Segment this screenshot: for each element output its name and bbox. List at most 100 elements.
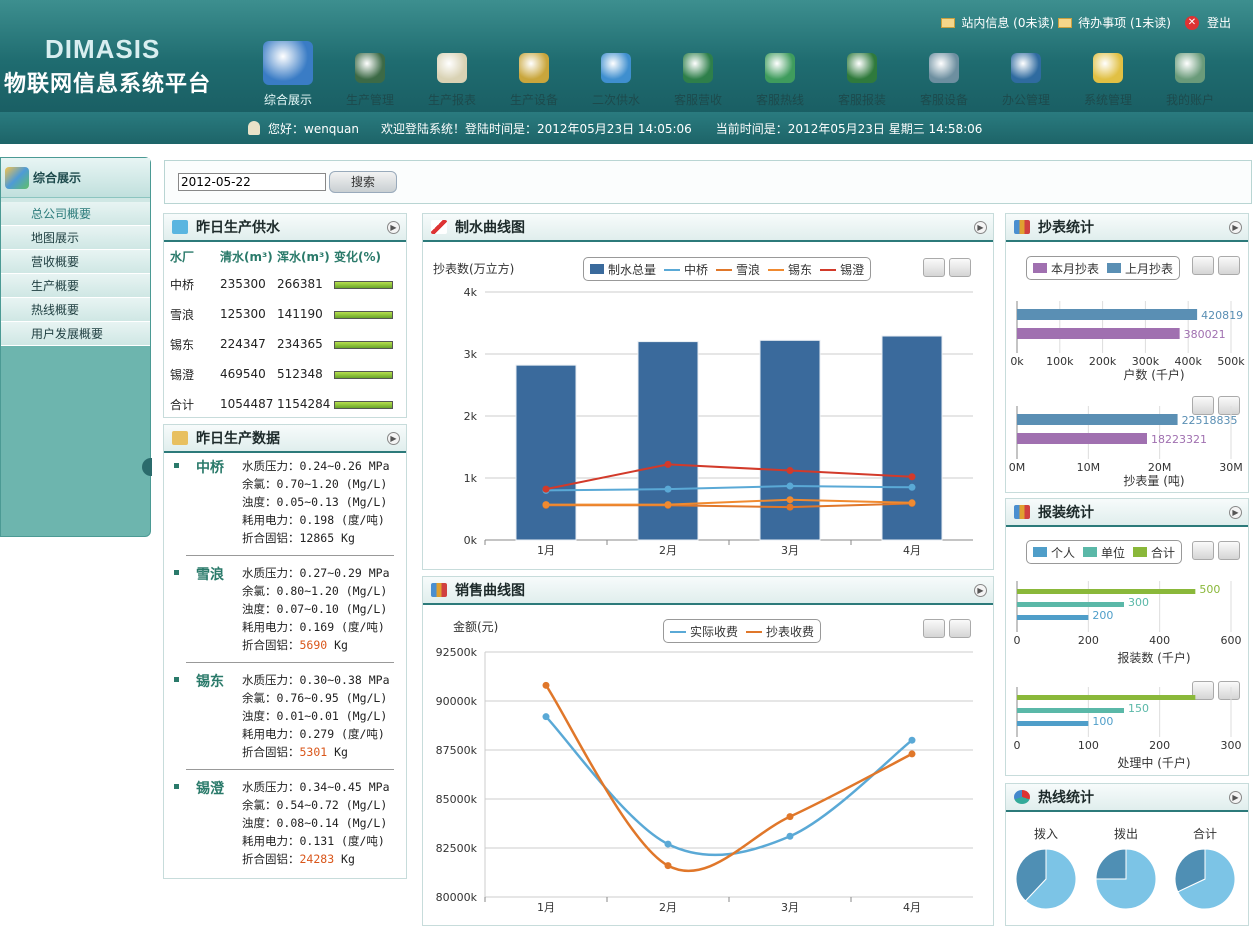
nav-icon [437, 53, 467, 83]
expand-icon[interactable]: ▶ [1229, 506, 1242, 519]
bar [1017, 602, 1124, 607]
tick-label: 2月 [659, 544, 677, 557]
table-cell: 266381 [277, 277, 323, 291]
series-line [544, 684, 913, 873]
expand-icon[interactable]: ▶ [1229, 221, 1242, 234]
metric-line: 浊度：0.05~0.13 (Mg/L) [242, 495, 388, 509]
pie-label: 拨入 [1034, 827, 1058, 841]
date-input[interactable] [178, 173, 326, 191]
sidebar-item[interactable]: 用户发展概要 [1, 322, 150, 346]
sidebar-item[interactable]: 地图展示 [1, 226, 150, 250]
nav-tab[interactable]: 客服报装 [821, 38, 903, 112]
plant-block: 锡东 水质压力：0.30~0.38 MPa 余氯：0.76~0.95 (Mg/L) 浊… [164, 671, 406, 761]
metric-line: 余氯：0.54~0.72 (Mg/L) [242, 798, 388, 812]
nav-label: 生产管理 [345, 93, 394, 107]
nav-tab[interactable]: 客服设备 [903, 38, 985, 112]
nav-tab[interactable]: 客服热线 [739, 38, 821, 112]
table-cell: 1054487 [220, 397, 274, 411]
data-point [664, 460, 672, 468]
nav-label: 二次供水 [591, 93, 640, 107]
hotline-pie-chart: 拨入 拨出 合计 [1015, 826, 1236, 910]
sidebar-header[interactable]: 综合展示 [1, 158, 150, 198]
table-row: 锡澄 469540 512348 [170, 359, 393, 389]
user-icon [248, 121, 260, 135]
expand-icon[interactable]: ▶ [974, 584, 987, 597]
sidebar-item[interactable]: 总公司概要 [1, 202, 150, 226]
metric-value: 5301 [299, 745, 328, 759]
metric-unit: Kg [327, 745, 348, 759]
expand-icon[interactable]: ▶ [387, 221, 400, 234]
metric-label: 折合固铝： [242, 531, 300, 545]
notepad-icon [172, 431, 188, 445]
nav-icon [1175, 53, 1205, 83]
tick-label: 100k [1046, 355, 1074, 368]
tick-label: 0k [464, 534, 478, 547]
logout-link[interactable]: 登出 [1207, 14, 1231, 31]
nav-icon [847, 53, 877, 83]
data-point [786, 467, 794, 475]
collapse-arrow-icon[interactable] [142, 458, 152, 476]
data-label: 200 [1092, 609, 1113, 622]
metric-label: 折合固铝： [242, 852, 300, 866]
tick-label: 82500k [436, 842, 478, 855]
sales-curve-panel: 销售曲线图 ▶ 实际收费 抄表收费 金额(元) 80000k 82500k 85000k… [422, 576, 994, 926]
panel-header: 昨日生产数据 ▶ [164, 425, 406, 453]
bar [1017, 589, 1196, 594]
nav-tab[interactable]: 客服营收 [657, 38, 739, 112]
panel-title: 抄表统计 [1038, 220, 1094, 236]
nav-tab[interactable]: 办公管理 [985, 38, 1067, 112]
data-point [664, 485, 672, 493]
data-label: 22518835 [1182, 414, 1238, 427]
metric-line: 水质压力：0.24~0.26 MPa [242, 459, 390, 473]
nav-tab[interactable]: 我的账户 [1149, 38, 1231, 112]
water-curve-panel: 制水曲线图 ▶ 制水总量 中桥 雪浪 锡东 锡澄 抄表数(万立方) 0k 1k 2k 3k 4k 1… [422, 213, 994, 570]
col-header: 变化(%) [334, 250, 381, 264]
tick-label: 4月 [903, 544, 921, 557]
tick-label: 600 [1221, 634, 1242, 647]
metric-value: 24283 [299, 852, 335, 866]
water-curve-chart: 抄表数(万立方) 0k 1k 2k 3k 4k 1月 2月 3月 4月 [433, 261, 973, 557]
app-title: 物联网信息系统平台 [4, 72, 212, 97]
table-cell [334, 329, 393, 359]
tick-label: 300k [1132, 355, 1160, 368]
bar [637, 341, 699, 541]
nav-tab[interactable]: 二次供水 [575, 38, 657, 112]
metric-unit: Kg [334, 852, 355, 866]
table-cell: 雪浪 [170, 307, 195, 322]
panel-header: 报装统计 ▶ [1006, 499, 1248, 527]
nav-tab[interactable]: 综合展示 [247, 38, 329, 112]
install-stats-panel: 报装统计 ▶ 个人 单位 合计 0 200 400 600 500 300 200 报装数 (千户… [1005, 498, 1249, 776]
tick-label: 500k [1217, 355, 1245, 368]
sidebar-item[interactable]: 热线概要 [1, 298, 150, 322]
nav-icon [929, 53, 959, 83]
nav-tab[interactable]: 生产报表 [411, 38, 493, 112]
tick-label: 1月 [537, 901, 555, 914]
messages-link[interactable]: 站内信息 (0未读) [961, 14, 1054, 31]
sidebar-item[interactable]: 生产概要 [1, 274, 150, 298]
bullet-icon [174, 570, 179, 575]
sidebar-item[interactable]: 营收概要 [1, 250, 150, 274]
sidebar-menu: 总公司概要 地图展示 营收概要 生产概要 热线概要 用户发展概要 [1, 202, 150, 346]
nav-tab[interactable]: 生产设备 [493, 38, 575, 112]
tick-label: 87500k [436, 744, 478, 757]
tick-label: 20M [1148, 461, 1172, 474]
bullet-icon [174, 463, 179, 468]
table-cell: 中桥 [170, 277, 195, 292]
data-label: 100 [1092, 715, 1113, 728]
production-data-panel: 昨日生产数据 ▶ 中桥 水质压力：0.24~0.26 MPa 余氯：0.70~1.2… [163, 424, 407, 879]
bar [1017, 328, 1180, 339]
nav-tab[interactable]: 生产管理 [329, 38, 411, 112]
todos-link[interactable]: 待办事项 (1未读) [1078, 14, 1171, 31]
expand-icon[interactable]: ▶ [387, 432, 400, 445]
table-cell [334, 299, 393, 329]
metric-line: 浊度：0.01~0.01 (Mg/L) [242, 709, 388, 723]
search-button[interactable]: 搜索 [329, 171, 397, 193]
data-point [908, 473, 916, 481]
expand-icon[interactable]: ▶ [974, 221, 987, 234]
nav-tab[interactable]: 系统管理 [1067, 38, 1149, 112]
y-axis-label: 抄表数(万立方) [433, 261, 514, 276]
change-bar [334, 280, 393, 289]
logout-icon[interactable]: ✕ [1184, 15, 1199, 30]
expand-icon[interactable]: ▶ [1229, 791, 1242, 804]
plant-metrics: 水质压力：0.27~0.29 MPa 余氯：0.80~1.20 (Mg/L) 浊度：… [242, 564, 406, 654]
